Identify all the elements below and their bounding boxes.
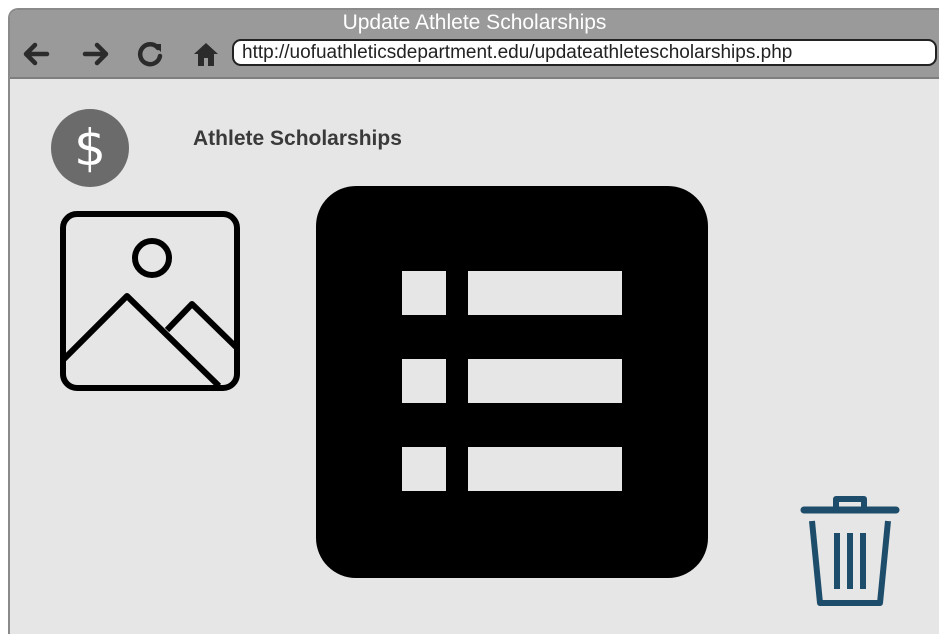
reload-icon [137,42,163,67]
dollar-icon: $ [51,109,129,187]
back-button[interactable] [20,38,52,70]
address-bar[interactable] [232,39,937,66]
arrow-right-icon [82,42,109,66]
browser-window: Update Athlete Scholarships $ At [8,8,939,634]
home-button[interactable] [190,38,222,70]
window-title: Update Athlete Scholarships [342,11,607,34]
forward-button[interactable] [80,38,112,70]
browser-titlebar: Update Athlete Scholarships [10,10,939,79]
trash-icon[interactable] [800,491,900,616]
arrow-left-icon [23,42,50,66]
page-content: $ Athlete Scholarships [10,79,939,634]
reload-button[interactable] [134,38,166,70]
page-title: Athlete Scholarships [193,127,402,150]
list-icon[interactable] [316,186,708,583]
home-icon [194,43,218,66]
image-placeholder-icon[interactable] [59,210,241,397]
